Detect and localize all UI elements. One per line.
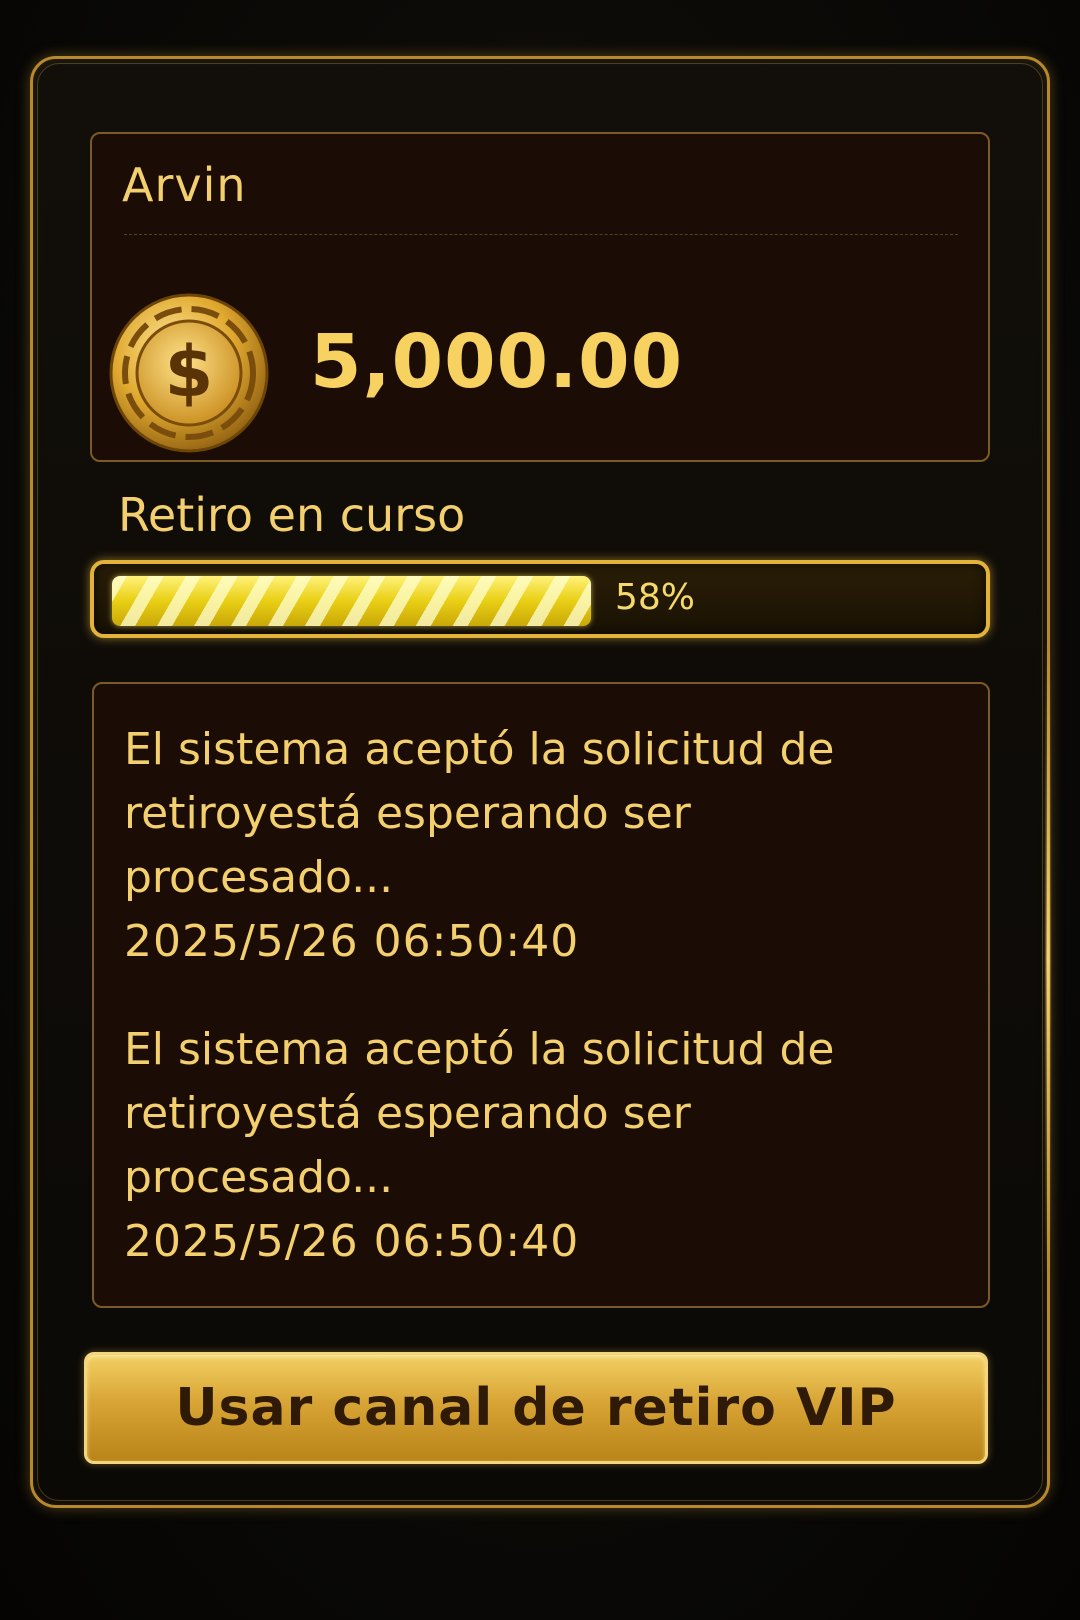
dollar-coin-icon: $ — [109, 293, 269, 453]
balance-amount: 5,000.00 — [310, 319, 684, 405]
dashed-divider — [124, 234, 958, 235]
withdrawal-progress-bar: 58% — [90, 560, 990, 638]
log-timestamp: 2025/5/26 06:50:40 — [124, 1216, 580, 1267]
panel-edge-glow — [1046, 639, 1050, 1279]
log-entry: El sistema aceptó la solicitud de retiro… — [124, 718, 960, 974]
progress-percent: 58% — [615, 577, 696, 618]
log-timestamp: 2025/5/26 06:50:40 — [124, 916, 580, 967]
svg-text:$: $ — [165, 331, 214, 413]
log-message: El sistema aceptó la solicitud de retiro… — [124, 1024, 835, 1203]
vip-button-label: Usar canal de retiro VIP — [175, 1378, 897, 1438]
log-entry: El sistema aceptó la solicitud de retiro… — [124, 1018, 960, 1274]
vip-withdrawal-button[interactable]: Usar canal de retiro VIP — [84, 1352, 988, 1464]
log-message: El sistema aceptó la solicitud de retiro… — [124, 724, 835, 903]
user-balance-card: Arvin $ 5,000.00 — [90, 132, 990, 462]
username: Arvin — [122, 158, 247, 212]
withdrawal-log: El sistema aceptó la solicitud de retiro… — [92, 682, 990, 1308]
progress-label: Retiro en curso — [118, 488, 466, 542]
progress-fill — [112, 576, 591, 626]
